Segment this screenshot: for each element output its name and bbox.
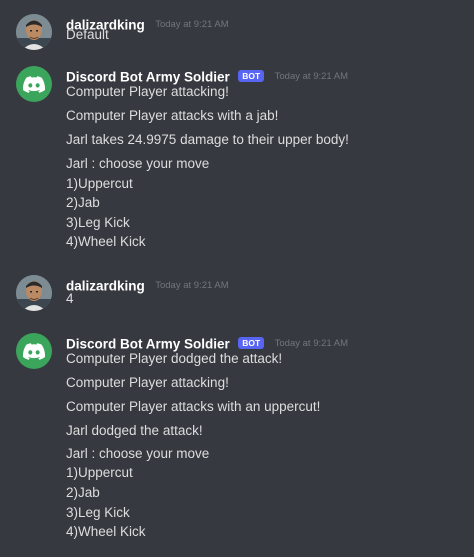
message-text: Default [66,27,109,42]
message-text: Jarl takes 24.9975 damage to their upper… [66,132,349,147]
username[interactable]: dalizardking [66,278,145,293]
user-avatar[interactable] [16,275,52,311]
user-avatar[interactable] [16,14,52,50]
bot-tag: BOT [238,336,265,349]
message-text: Computer Player attacks with a jab! [66,108,279,123]
chat-message-list: dalizardking Today at 9:21 AM Default Di… [0,0,474,557]
message-text: 2)Jab [66,195,100,210]
discord-logo-icon [23,342,45,360]
discord-logo-icon [23,75,45,93]
message-text: 2)Jab [66,485,100,500]
message-text: Jarl : choose your move [66,156,210,171]
message-text: 4)Wheel Kick [66,234,146,249]
message-text: 4 [66,291,74,306]
timestamp: Today at 9:21 AM [155,280,229,292]
bot-avatar[interactable] [16,333,52,369]
message-text: 3)Leg Kick [66,215,130,230]
message-header: dalizardking Today at 9:21 AM [66,277,229,295]
message-text: Jarl : choose your move [66,446,210,461]
bot-tag: BOT [238,69,265,82]
message-text: 4)Wheel Kick [66,524,146,539]
message-text: Computer Player attacking! [66,84,229,99]
timestamp: Today at 9:21 AM [274,338,349,350]
message-text: 1)Uppercut [66,465,133,480]
message-text: 3)Leg Kick [66,505,130,520]
message-text: Computer Player attacking! [66,375,229,390]
bot-avatar[interactable] [16,66,52,102]
timestamp: Today at 9:21 AM [274,71,349,83]
message-text: Jarl dodged the attack! [66,423,203,438]
message-text: Computer Player attacks with an uppercut… [66,399,321,414]
timestamp: Today at 9:21 AM [155,19,229,31]
message-text: Computer Player dodged the attack! [66,351,283,366]
message-text: 1)Uppercut [66,176,133,191]
